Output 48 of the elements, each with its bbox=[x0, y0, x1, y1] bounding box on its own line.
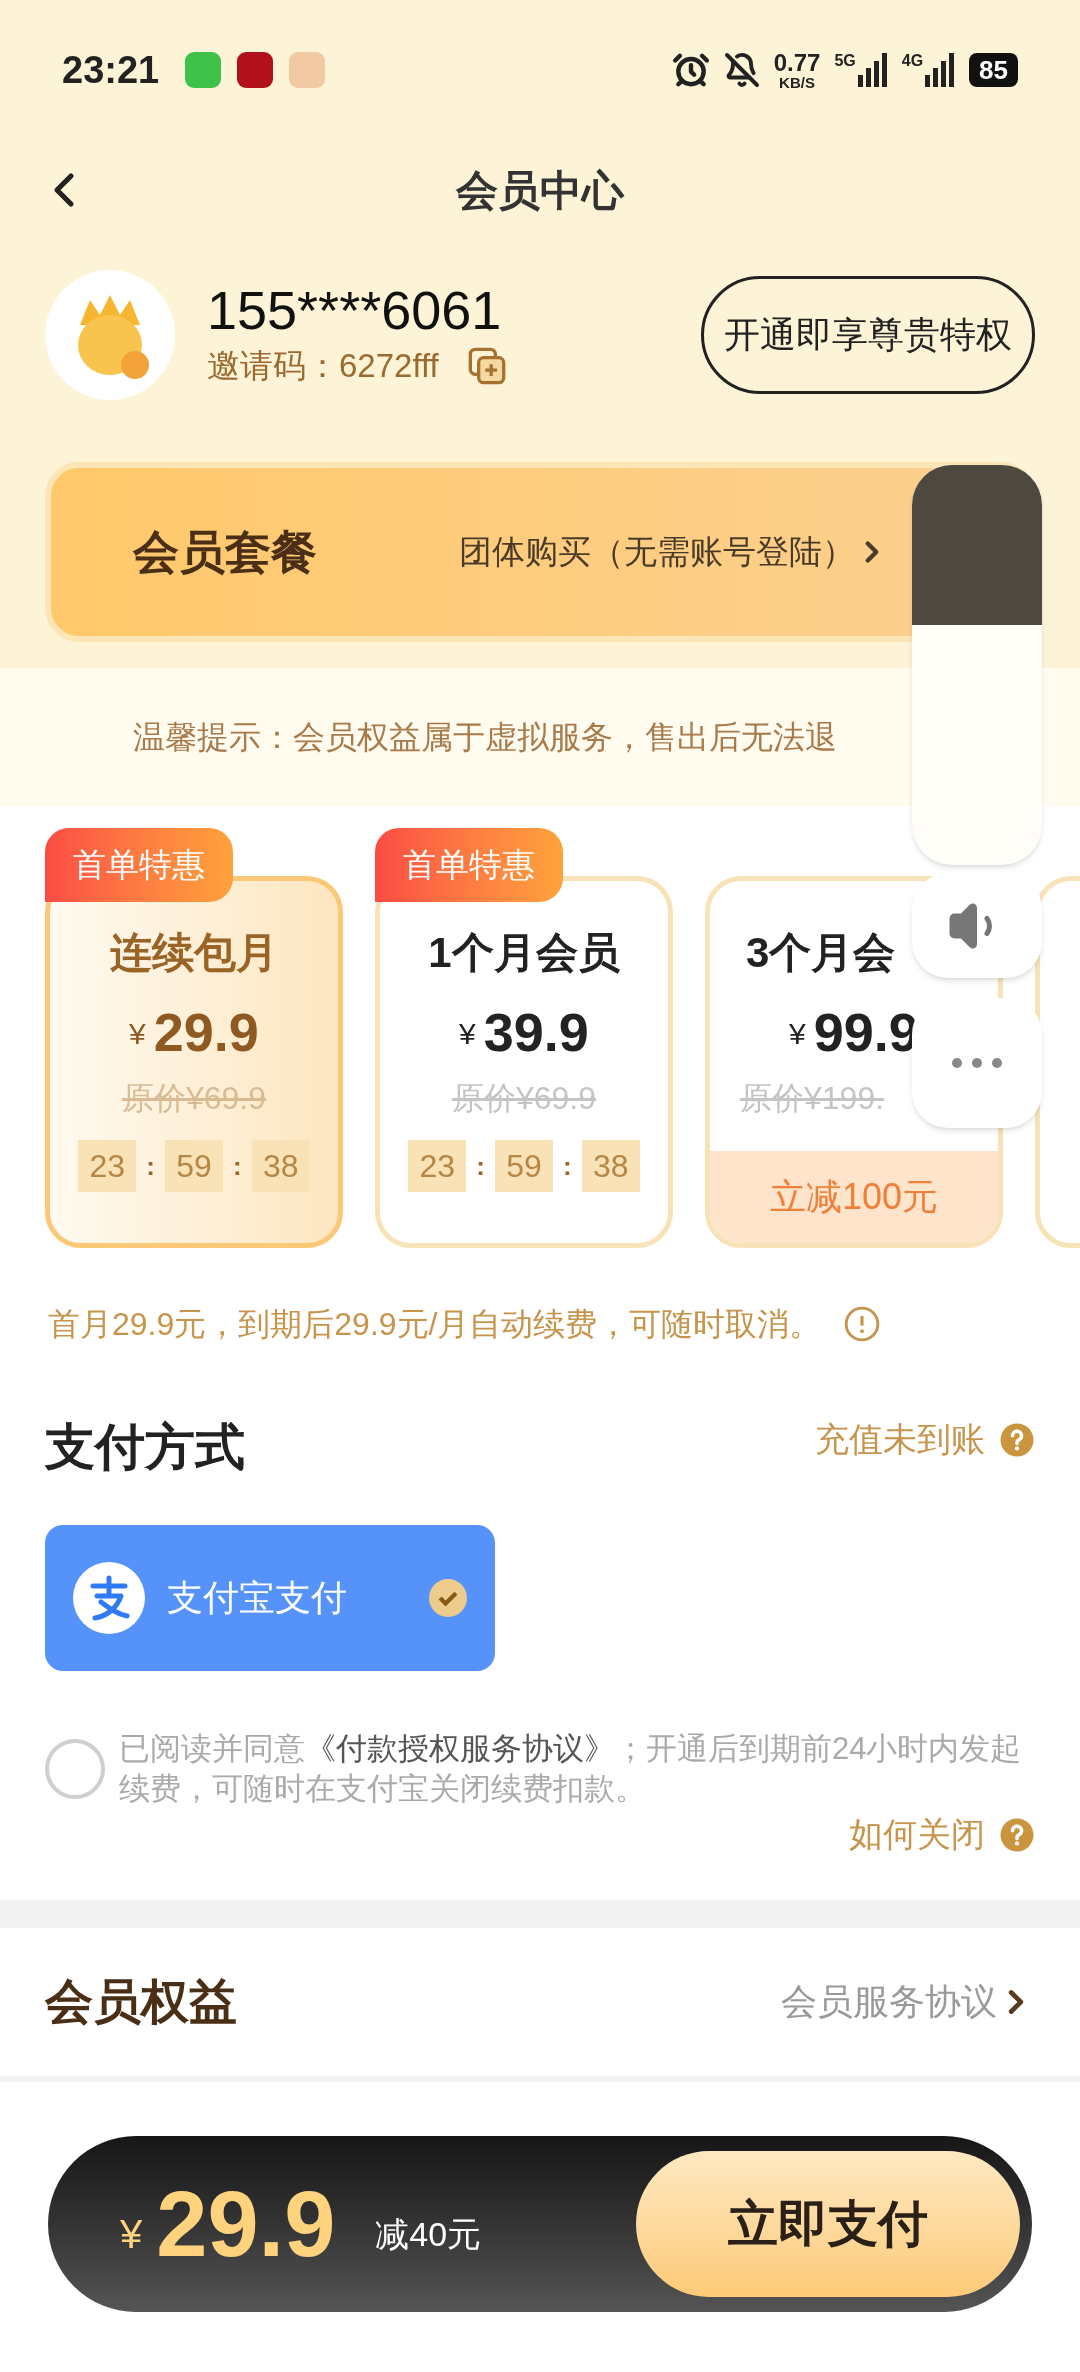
countdown-digits: 59 bbox=[165, 1140, 223, 1192]
countdown-digits: 23 bbox=[78, 1140, 137, 1192]
saving-label: 减40元 bbox=[375, 2213, 482, 2255]
speed-unit: KB/S bbox=[779, 74, 815, 90]
countdown-digits: 38 bbox=[251, 1140, 310, 1192]
privilege-button[interactable]: 开通即享尊贵特权 bbox=[701, 276, 1035, 394]
renewal-note: 首月29.9元，到期后29.9元/月自动续费，可随时取消。 bbox=[48, 1305, 822, 1344]
original-price: 原价¥69.9 bbox=[451, 1079, 597, 1118]
invite-code: 邀请码：6272fff bbox=[207, 346, 439, 387]
first-order-badge: 首单特惠 bbox=[375, 828, 563, 902]
currency-symbol: ¥ bbox=[789, 1016, 806, 1052]
payment-method-label: 支付宝支付 bbox=[167, 1576, 348, 1620]
notice-text: 温馨提示：会员权益属于虚拟服务，售出后无法退 bbox=[133, 718, 837, 757]
status-time: 23:21 bbox=[62, 47, 160, 93]
battery-level: 85 bbox=[969, 53, 1018, 87]
countdown-separator: : bbox=[233, 1149, 242, 1183]
plan-title: 连续包月 bbox=[110, 928, 278, 978]
agreement-link[interactable]: 《付款授权服务协议》 bbox=[305, 1731, 615, 1766]
currency-symbol: ¥ bbox=[120, 2211, 143, 2258]
plan-title: 3个月会 bbox=[746, 928, 896, 978]
pay-now-button[interactable]: 立即支付 bbox=[636, 2151, 1020, 2297]
countdown-separator: : bbox=[563, 1149, 572, 1183]
countdown-separator: : bbox=[476, 1149, 485, 1183]
plan-price: 29.9 bbox=[153, 1001, 259, 1064]
original-price: 原价¥69.9 bbox=[121, 1079, 267, 1118]
discount-label: 立减100元 bbox=[710, 1151, 998, 1243]
original-price: 原价¥199. bbox=[740, 1079, 885, 1118]
currency-symbol: ¥ bbox=[459, 1016, 476, 1052]
section-title: 支付方式 bbox=[45, 1418, 245, 1477]
network-speed: 0.77 bbox=[773, 50, 821, 75]
banner-title: 会员套餐 bbox=[133, 524, 317, 580]
page-title: 会员中心 bbox=[456, 165, 624, 216]
countdown-digits: 38 bbox=[581, 1140, 640, 1192]
network-type: 5G bbox=[834, 53, 856, 69]
plan-price: 39.9 bbox=[483, 1001, 589, 1064]
countdown-digits: 59 bbox=[495, 1140, 553, 1192]
total-price: 29.9 bbox=[156, 2172, 336, 2277]
agreement-text: 已阅读并同意《付款授权服务协议》；开通后到期前24小时内发起续费，可随时在支付宝关闭续费扣款。 bbox=[119, 1730, 1023, 1808]
first-order-badge: 首单特惠 bbox=[45, 828, 233, 902]
network-type: 4G bbox=[901, 53, 924, 69]
phone-number: 155****6061 bbox=[207, 279, 503, 342]
countdown-digits: 23 bbox=[408, 1140, 467, 1192]
plan-title: 1个月会员 bbox=[428, 928, 620, 978]
currency-symbol: ¥ bbox=[129, 1016, 146, 1052]
section-title: 会员权益 bbox=[45, 1974, 237, 2030]
plan-price: 99.9 bbox=[813, 1001, 919, 1064]
group-purchase-link[interactable]: 团体购买（无需账号登陆） bbox=[459, 527, 855, 577]
countdown-separator: : bbox=[146, 1149, 155, 1183]
